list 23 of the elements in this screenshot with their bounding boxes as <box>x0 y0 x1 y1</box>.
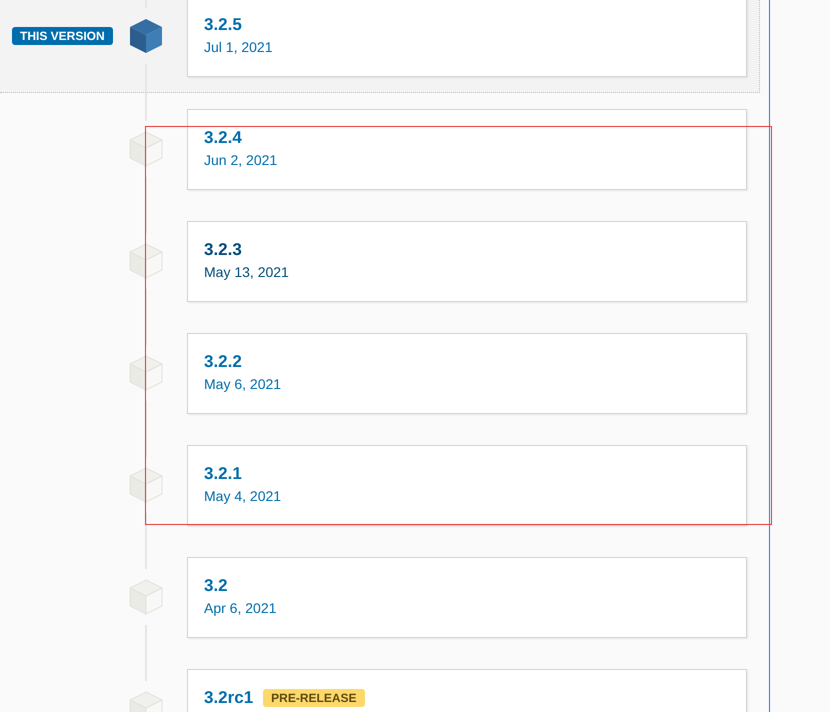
release-date: Jul 1, 2021 <box>204 38 274 54</box>
cube-icon <box>129 18 163 54</box>
release-date: May 6, 2021 <box>204 376 282 392</box>
version-link[interactable]: 3.2.5 <box>204 14 242 34</box>
release-date: May 4, 2021 <box>204 488 282 504</box>
version-link[interactable]: 3.2.1 <box>204 464 242 484</box>
version-link[interactable]: 3.2 <box>204 576 228 596</box>
release-card[interactable]: 3.2.2 May 6, 2021 <box>187 332 747 414</box>
pre-release-tag: PRE-RELEASE <box>263 688 365 706</box>
release-card[interactable]: 3.2rc1 PRE-RELEASE <box>187 668 747 712</box>
release-card[interactable]: 3.2.5 Jul 1, 2021 <box>187 0 747 76</box>
version-link[interactable]: 3.2rc1 <box>204 688 254 708</box>
version-link[interactable]: 3.2.2 <box>204 352 242 372</box>
release-card[interactable]: 3.2.1 May 4, 2021 <box>187 444 747 526</box>
version-link[interactable]: 3.2.3 <box>204 240 242 260</box>
release-date: May 13, 2021 <box>204 264 290 280</box>
release-card[interactable]: 3.2.3 May 13, 2021 <box>187 220 747 302</box>
release-date: Apr 6, 2021 <box>204 600 278 616</box>
release-date: Jun 2, 2021 <box>204 152 278 168</box>
version-link[interactable]: 3.2.4 <box>204 128 242 148</box>
current-version-badge: THIS VERSION <box>12 27 113 45</box>
release-card[interactable]: 3.2.4 Jun 2, 2021 <box>187 108 747 190</box>
release-card[interactable]: 3.2 Apr 6, 2021 <box>187 556 747 638</box>
